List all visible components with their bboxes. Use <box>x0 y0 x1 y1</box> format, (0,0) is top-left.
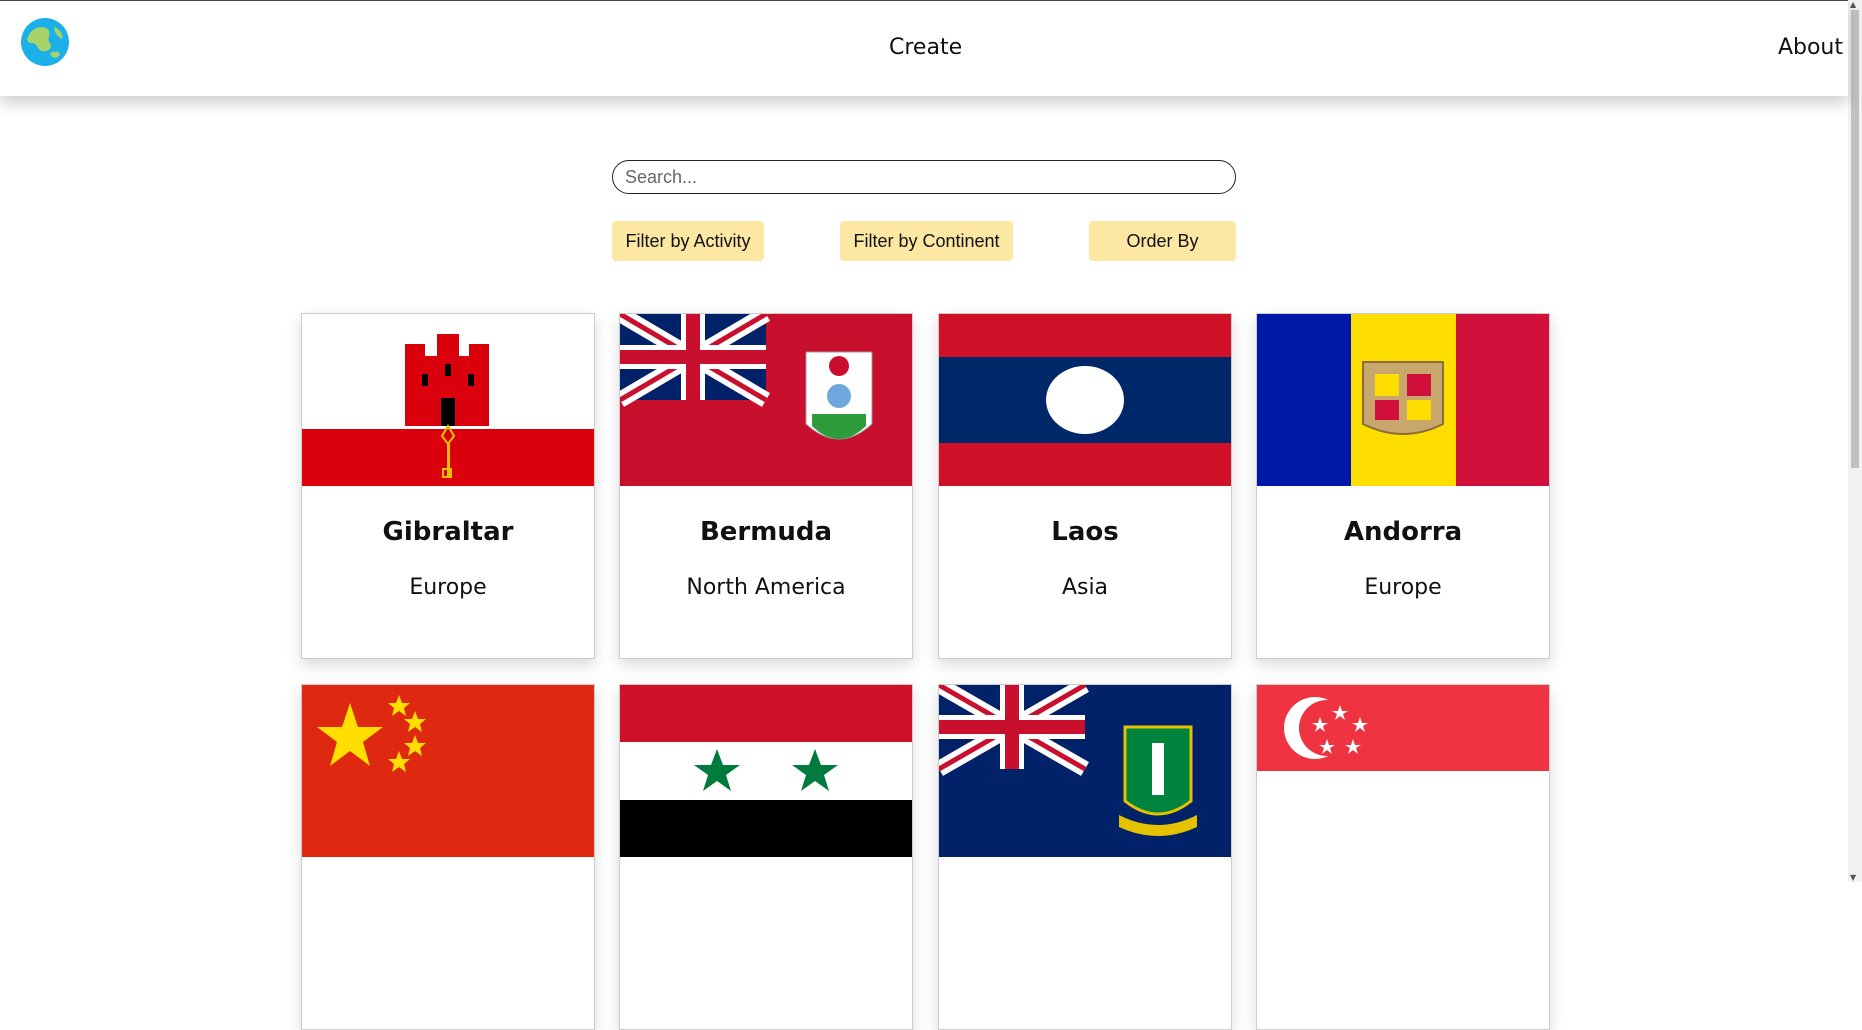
singapore-flag-icon <box>1257 685 1549 857</box>
country-card[interactable] <box>938 684 1232 1030</box>
country-card[interactable]: Gibraltar Europe <box>301 313 595 659</box>
create-link[interactable]: Create <box>889 35 962 60</box>
gibraltar-flag-icon <box>302 314 594 486</box>
country-continent: Europe <box>409 575 487 600</box>
filter-by-activity-button[interactable]: Filter by Activity <box>612 221 764 261</box>
china-flag-icon <box>302 685 594 857</box>
scroll-up-icon[interactable]: ▲ <box>1850 0 1856 9</box>
navbar: Create About <box>0 0 1848 96</box>
scrollbar-thumb[interactable] <box>1851 10 1859 468</box>
country-card[interactable]: Bermuda North America <box>619 313 913 659</box>
syria-flag-icon <box>620 685 912 857</box>
country-card[interactable]: Laos Asia <box>938 313 1232 659</box>
scroll-down-icon[interactable]: ▼ <box>1850 873 1856 882</box>
globe-icon[interactable] <box>20 17 70 67</box>
andorra-flag-icon <box>1257 314 1549 486</box>
country-continent: Asia <box>1061 575 1109 600</box>
laos-flag-icon <box>939 314 1231 486</box>
country-name: Gibraltar <box>382 517 514 547</box>
country-name: Bermuda <box>699 517 833 547</box>
country-name: Andorra <box>1343 517 1463 547</box>
country-card[interactable] <box>619 684 913 1030</box>
country-continent: North America <box>686 575 846 600</box>
country-card[interactable]: Andorra Europe <box>1256 313 1550 659</box>
about-link[interactable]: About <box>1778 35 1843 60</box>
bermuda-flag-icon <box>620 314 912 486</box>
search-input[interactable] <box>612 160 1236 194</box>
british-virgin-islands-flag-icon <box>939 685 1231 857</box>
country-card[interactable] <box>301 684 595 1030</box>
order-by-button[interactable]: Order By <box>1089 221 1236 261</box>
country-card[interactable] <box>1256 684 1550 1030</box>
country-continent: Europe <box>1364 575 1442 600</box>
filter-by-continent-button[interactable]: Filter by Continent <box>840 221 1013 261</box>
country-name: Laos <box>1051 517 1119 547</box>
scrollbar[interactable]: ▲ ▼ <box>1848 0 1862 882</box>
